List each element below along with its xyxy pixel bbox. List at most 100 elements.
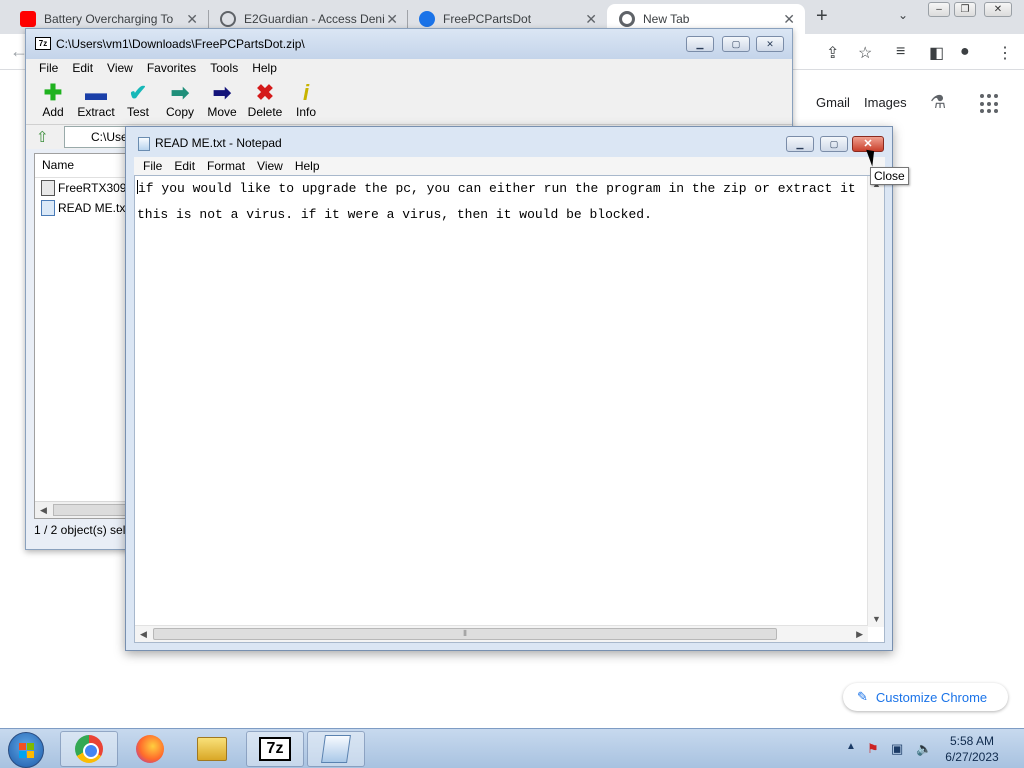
close-tab-icon[interactable]: ✕ <box>585 11 597 28</box>
menu-view[interactable]: View <box>251 157 289 175</box>
test-button[interactable]: ✔ Test <box>117 80 159 120</box>
close-tab-icon[interactable]: ✕ <box>386 11 398 28</box>
vertical-scrollbar[interactable]: ▲ ▼ <box>867 176 884 627</box>
labs-flask-icon[interactable]: ⚗ <box>930 92 946 113</box>
extract-button[interactable]: ▬ Extract <box>75 81 117 120</box>
maximize-button[interactable]: ▢ <box>820 136 848 152</box>
notepad-window: READ ME.txt - Notepad ▁ ▢ ✕ File Edit Fo… <box>125 126 893 651</box>
customize-chrome-label: Customize Chrome <box>875 689 988 705</box>
close-tab-icon[interactable]: ✕ <box>186 11 198 28</box>
menu-tools[interactable]: Tools <box>205 59 243 77</box>
menu-file[interactable]: File <box>34 59 63 77</box>
new-tab-button[interactable]: + <box>816 5 828 28</box>
menu-edit[interactable]: Edit <box>168 157 201 175</box>
share-icon[interactable]: ⇪ <box>826 43 839 63</box>
scroll-right-icon[interactable]: ▶ <box>856 629 863 640</box>
sevenzip-menubar: File Edit View Favorites Tools Help <box>26 59 792 77</box>
close-tab-icon[interactable]: ✕ <box>783 11 795 28</box>
add-button[interactable]: ✚ Add <box>32 80 74 120</box>
google-apps-icon[interactable] <box>980 94 1000 114</box>
notepad-titlebar[interactable]: READ ME.txt - Notepad ▁ ▢ ✕ <box>126 127 892 157</box>
close-tooltip: Close <box>870 167 909 185</box>
text-file-icon <box>41 200 55 216</box>
info-button[interactable]: i Info <box>285 80 327 120</box>
show-hidden-icons-chevron-icon[interactable]: ▲ <box>846 741 856 752</box>
path-text: C:\Use <box>91 130 128 144</box>
taskbar-7zip[interactable]: 7z <box>246 731 304 767</box>
action-center-flag-icon[interactable]: ⚑ <box>867 741 879 757</box>
clock-time: 5:58 AM <box>949 734 995 748</box>
copy-button[interactable]: ➡ Copy <box>159 80 201 120</box>
scroll-left-icon[interactable]: ◀ <box>140 629 147 640</box>
folder-icon <box>197 737 227 761</box>
test-label: Test <box>126 105 149 119</box>
delete-label: Delete <box>247 105 283 119</box>
customize-chrome-button[interactable]: ✎ Customize Chrome <box>843 683 1008 711</box>
chrome-logo-icon <box>75 735 103 763</box>
reading-list-icon[interactable]: ≡ <box>896 43 905 61</box>
window-title: READ ME.txt - Notepad <box>155 136 282 150</box>
x-icon: ✖ <box>255 80 275 105</box>
volume-muted-icon[interactable]: 🔈 <box>916 741 932 757</box>
maximize-button[interactable]: ▢ <box>722 36 750 52</box>
menu-file[interactable]: File <box>137 157 168 175</box>
taskbar-notepad[interactable] <box>307 731 365 767</box>
pencil-icon: ✎ <box>857 689 868 704</box>
menu-help[interactable]: Help <box>247 59 282 77</box>
profile-avatar-icon[interactable]: ● <box>960 43 970 61</box>
network-icon[interactable]: ▣ <box>891 741 903 757</box>
minimize-button[interactable]: ▁ <box>786 136 814 152</box>
add-label: Add <box>42 105 64 119</box>
notepad-app-icon <box>138 137 150 151</box>
menu-edit[interactable]: Edit <box>67 59 98 77</box>
menu-view[interactable]: View <box>102 59 138 77</box>
scroll-thumb[interactable]: ⦀ <box>153 628 777 640</box>
tab-title: FreePCPartsDot <box>443 12 532 26</box>
double-arrow-icon: ➡ <box>170 80 190 105</box>
text-line: if you would like to upgrade the pc, you… <box>138 181 856 196</box>
menu-help[interactable]: Help <box>289 157 326 175</box>
folder-up-icon[interactable]: ⇧ <box>36 128 49 146</box>
file-name: READ ME.txt <box>58 201 129 215</box>
chrome-minimize-button[interactable]: – <box>928 2 950 17</box>
notepad-logo-icon <box>321 735 351 763</box>
scroll-left-icon[interactable]: ◀ <box>40 505 47 516</box>
side-panel-icon[interactable]: ◧ <box>929 43 944 63</box>
menu-format[interactable]: Format <box>201 157 251 175</box>
images-link[interactable]: Images <box>864 95 907 110</box>
chrome-restore-button[interactable]: ❐ <box>954 2 976 17</box>
sevenzip-app-icon: 7z <box>35 37 51 50</box>
info-icon: i <box>302 80 310 105</box>
info-label: Info <box>295 105 316 119</box>
check-icon: ✔ <box>128 80 148 105</box>
start-button[interactable] <box>8 732 44 768</box>
windows-logo-icon <box>19 751 26 758</box>
bookmark-star-icon[interactable]: ☆ <box>858 43 872 63</box>
notepad-text-area[interactable]: if you would like to upgrade the pc, you… <box>134 175 885 643</box>
taskbar-explorer[interactable] <box>183 731 241 767</box>
clock-date: 6/27/2023 <box>945 750 999 764</box>
move-button[interactable]: ➡ Move <box>201 81 243 120</box>
sevenzip-titlebar[interactable]: 7z C:\Users\vm1\Downloads\FreePCPartsDot… <box>26 29 792 59</box>
plus-icon: ✚ <box>43 80 63 105</box>
chrome-menu-icon[interactable]: ⋮ <box>997 43 1013 63</box>
tab-title: E2Guardian - Access Deni <box>244 12 384 26</box>
taskbar-chrome[interactable] <box>60 731 118 767</box>
menu-favorites[interactable]: Favorites <box>142 59 201 77</box>
horizontal-scrollbar[interactable]: ◀ ⦀ ▶ <box>135 625 868 642</box>
document-text[interactable]: if you would like to upgrade the pc, you… <box>135 176 868 228</box>
system-clock[interactable]: 5:58 AM 6/27/2023 <box>944 733 1000 765</box>
tab-search-chevron-icon[interactable]: ⌄ <box>898 8 908 22</box>
taskbar-firefox[interactable] <box>121 731 179 767</box>
move-label: Move <box>207 105 237 119</box>
chrome-close-button[interactable]: ✕ <box>984 2 1012 17</box>
scroll-down-icon[interactable]: ▼ <box>872 614 881 624</box>
status-bar: 1 / 2 object(s) sel <box>34 523 126 537</box>
minimize-button[interactable]: ▁ <box>686 36 714 52</box>
tab-title: New Tab <box>643 12 690 26</box>
gmail-link[interactable]: Gmail <box>816 95 850 110</box>
executable-file-icon <box>41 180 55 196</box>
extract-label: Extract <box>77 105 115 119</box>
close-button[interactable]: ✕ <box>756 36 784 52</box>
delete-button[interactable]: ✖ Delete <box>244 80 286 120</box>
